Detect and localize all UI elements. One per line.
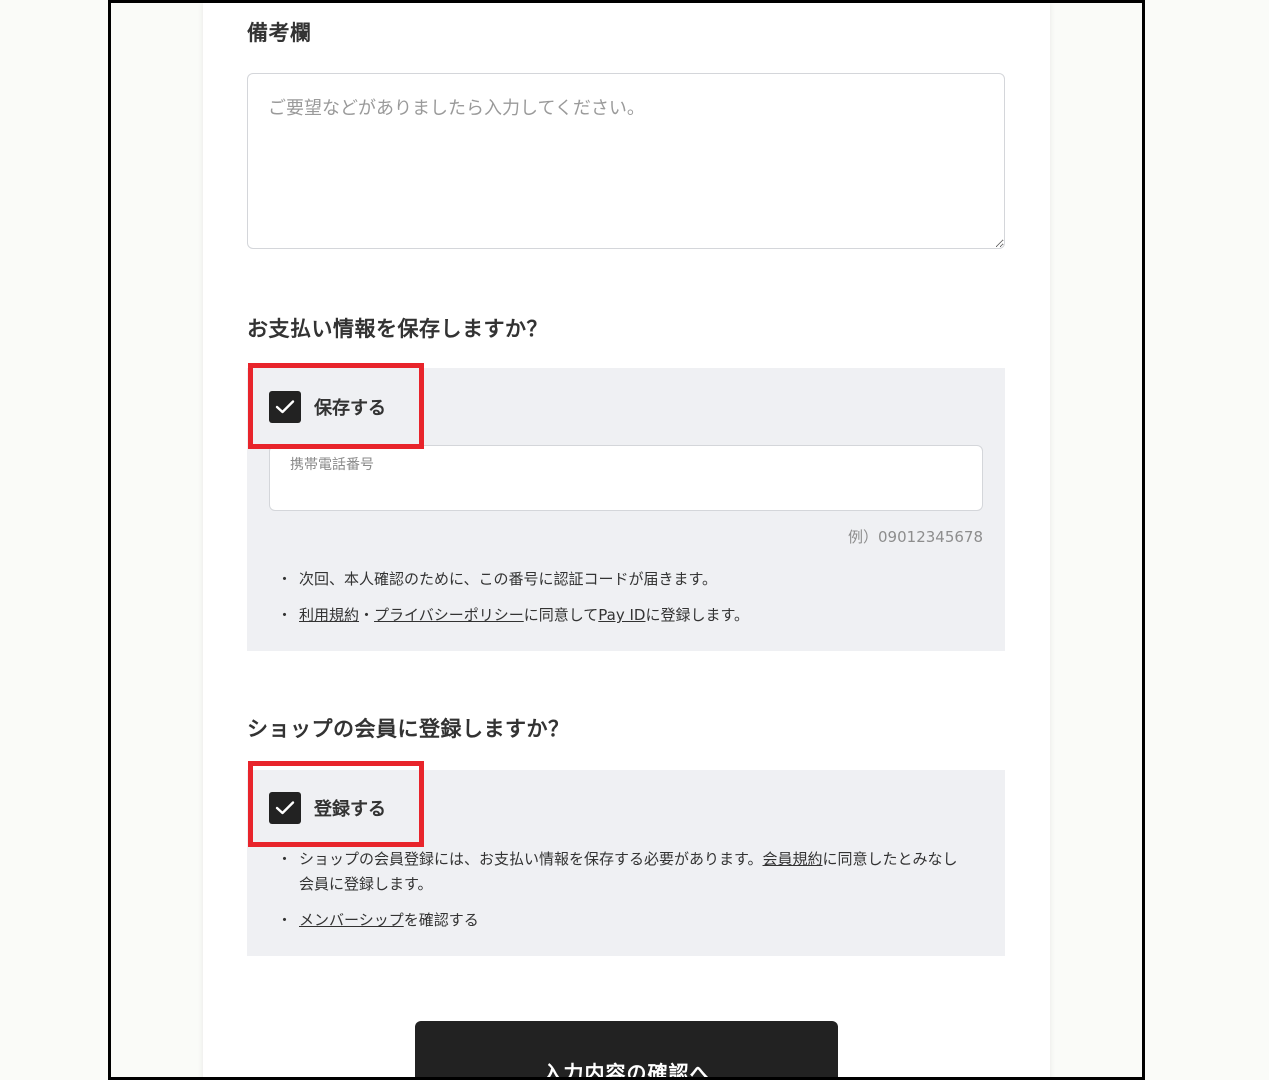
- payment-notes: 次回、本人確認のために、この番号に認証コードが届きます。 利用規約・プライバシー…: [277, 567, 749, 639]
- payment-note-terms: 利用規約・プライバシーポリシーに同意してPay IDに登録します。: [277, 603, 749, 628]
- register-member-checkbox[interactable]: [269, 792, 301, 824]
- membership-note-required: ショップの会員登録には、お支払い情報を保存する必要があります。会員規約に同意した…: [277, 847, 969, 897]
- member-terms-link[interactable]: 会員規約: [763, 850, 823, 868]
- membership-note-confirm: メンバーシップを確認する: [277, 908, 969, 933]
- checkmark-icon: [275, 801, 295, 815]
- form-card: 備考欄 お支払い情報を保存しますか？ 保存する 携帯電話番号 例）0901234…: [203, 3, 1050, 1077]
- membership-notes: ショップの会員登録には、お支払い情報を保存する必要があります。会員規約に同意した…: [277, 847, 969, 944]
- register-member-checkbox-row[interactable]: 登録する: [269, 792, 386, 824]
- payment-panel: 保存する 携帯電話番号 例）09012345678 次回、本人確認のために、この…: [247, 368, 1005, 651]
- save-payment-checkbox[interactable]: [269, 391, 301, 423]
- phone-number-label: 携帯電話番号: [290, 457, 374, 473]
- membership-question: ショップの会員に登録しますか？: [247, 717, 570, 741]
- remarks-textarea[interactable]: [247, 73, 1005, 249]
- membership-panel: 登録する ショップの会員登録には、お支払い情報を保存する必要があります。会員規約…: [247, 770, 1005, 956]
- privacy-policy-link[interactable]: プライバシーポリシー: [374, 606, 524, 624]
- payment-note-code: 次回、本人確認のために、この番号に認証コードが届きます。: [277, 567, 749, 592]
- save-payment-checkbox-row[interactable]: 保存する: [269, 391, 386, 423]
- phone-number-example: 例）09012345678: [848, 528, 983, 546]
- remarks-title: 備考欄: [247, 21, 312, 45]
- checkmark-icon: [275, 400, 295, 414]
- payment-question: お支払い情報を保存しますか？: [247, 317, 548, 341]
- save-payment-label: 保存する: [314, 398, 386, 419]
- screenshot-frame: 備考欄 お支払い情報を保存しますか？ 保存する 携帯電話番号 例）0901234…: [108, 0, 1145, 1080]
- membership-link[interactable]: メンバーシップ: [299, 911, 404, 929]
- phone-number-field[interactable]: 携帯電話番号: [269, 445, 983, 511]
- pay-id-link[interactable]: Pay ID: [598, 606, 645, 624]
- register-member-label: 登録する: [314, 799, 386, 820]
- terms-of-use-link[interactable]: 利用規約: [299, 606, 359, 624]
- confirm-input-button[interactable]: 入力内容の確認へ: [415, 1021, 838, 1077]
